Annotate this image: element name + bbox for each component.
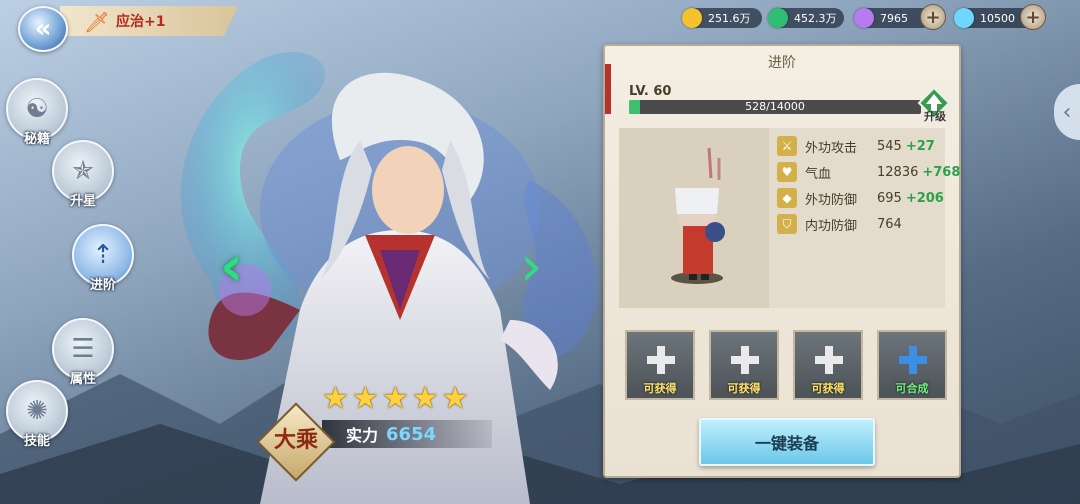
- stat-row: ◆ 外功防御 695 +206: [777, 186, 944, 210]
- menu-label: 进阶: [89, 278, 116, 293]
- stat-bonus: +206: [905, 190, 944, 206]
- stat-row: ♥ 气血 12836 +768: [777, 160, 960, 184]
- slot-label: 可获得: [811, 382, 845, 395]
- chevron-left-icon: ‹: [1062, 99, 1072, 125]
- menu-label: 技能: [23, 434, 50, 449]
- sword-plus-icon: [647, 346, 675, 374]
- stat-value: 545: [877, 138, 902, 154]
- slot-label: 可合成: [895, 382, 929, 395]
- xp-text: 528/14000: [745, 100, 805, 113]
- stat-name: 外功攻击: [805, 140, 858, 156]
- menu-item-advance[interactable]: ⇡ 进阶: [72, 224, 134, 293]
- menu-item-star-up[interactable]: ✯ 升星: [52, 140, 114, 209]
- star-icon: ★: [322, 381, 349, 416]
- stats-box: ⚔ 外功攻击 545 +27 ♥ 气血 12836 +768 ◆ 外功防御 69…: [769, 128, 960, 308]
- stat-bonus: +27: [905, 138, 935, 154]
- hero-portrait-box: [619, 128, 769, 308]
- hero-star-rating: ★ ★ ★ ★ ★: [322, 384, 469, 414]
- power-label: 实力: [346, 426, 379, 445]
- level-label: LV. 60: [629, 84, 672, 99]
- gold-value: 251.6万: [708, 12, 751, 25]
- helmet-plus-icon: [731, 346, 759, 374]
- sword-icon: ⚔: [777, 136, 797, 156]
- equip-slot-3[interactable]: 可获得: [793, 330, 863, 400]
- star-icon: ★: [411, 381, 439, 416]
- menu-item-skills[interactable]: ✺ 技能: [6, 380, 68, 449]
- shield-icon: ⛉: [777, 214, 797, 234]
- advance-panel: 进阶 LV. 60 528/14000 升级 ⚔ 外功攻击 545 +27 ♥ …: [603, 44, 961, 478]
- diamond-icon: [954, 8, 974, 28]
- gold-counter: 251.6万: [682, 8, 762, 28]
- diamond-value: 10500: [980, 11, 1015, 25]
- sword-icon: 🗡: [84, 10, 110, 34]
- side-expand-button[interactable]: ‹: [1054, 84, 1080, 140]
- hero-pixel-sprite: [671, 147, 725, 284]
- one-click-equip-button[interactable]: 一键装备: [699, 418, 875, 466]
- next-hero-arrow[interactable]: ›: [520, 234, 542, 299]
- gold-coin-icon: [682, 8, 702, 28]
- stat-row: ⛉ 内功防御 764: [777, 212, 906, 236]
- menu-label: 升星: [69, 194, 96, 209]
- panel-tassel: [605, 64, 611, 114]
- stat-name: 气血: [805, 166, 832, 182]
- equip-slot-2[interactable]: 可获得: [709, 330, 779, 400]
- stat-value: 764: [877, 216, 902, 232]
- stat-value: 12836: [877, 164, 919, 180]
- purple-crystal-icon: [854, 8, 874, 28]
- stat-bonus: +768: [922, 164, 961, 180]
- power-value: 6654: [386, 423, 437, 445]
- upgrade-label: 升级: [924, 110, 946, 123]
- green-gem-icon: [768, 8, 788, 28]
- heart-icon: ♥: [777, 162, 797, 182]
- crystal-add-button[interactable]: +: [920, 4, 946, 30]
- feather-plus-icon: [815, 346, 843, 374]
- star-icon: ★: [441, 381, 469, 416]
- menu-item-secrets[interactable]: ☯ 秘籍: [6, 78, 68, 147]
- armor-icon: ◆: [777, 188, 797, 208]
- stat-name: 内功防御: [805, 218, 858, 234]
- prev-hero-arrow[interactable]: ‹: [220, 234, 243, 299]
- jade-counter: 452.3万: [768, 8, 844, 28]
- crystal-value: 7965: [880, 11, 908, 25]
- rank-text: 大乘: [273, 427, 318, 453]
- star-icon: ★: [351, 381, 379, 416]
- stat-name: 外功防御: [805, 192, 858, 208]
- stat-row: ⚔ 外功攻击 545 +27: [777, 134, 935, 158]
- equip-slot-4[interactable]: 可合成: [877, 330, 947, 400]
- panel-title: 进阶: [768, 55, 796, 71]
- jade-value: 452.3万: [794, 12, 837, 25]
- diamond-add-button[interactable]: +: [1020, 4, 1046, 30]
- power-bar: 实力 6654: [322, 420, 492, 448]
- stat-value: 695: [877, 190, 902, 206]
- slot-label: 可获得: [643, 382, 677, 395]
- back-button[interactable]: «: [18, 6, 68, 52]
- star-icon: ★: [381, 381, 409, 416]
- slot-label: 可获得: [727, 382, 761, 395]
- compose-plus-icon: [899, 346, 927, 374]
- back-arrow-icon: «: [34, 14, 52, 44]
- equip-slot-1[interactable]: 可获得: [625, 330, 695, 400]
- menu-item-attributes[interactable]: ☰ 属性: [52, 318, 114, 387]
